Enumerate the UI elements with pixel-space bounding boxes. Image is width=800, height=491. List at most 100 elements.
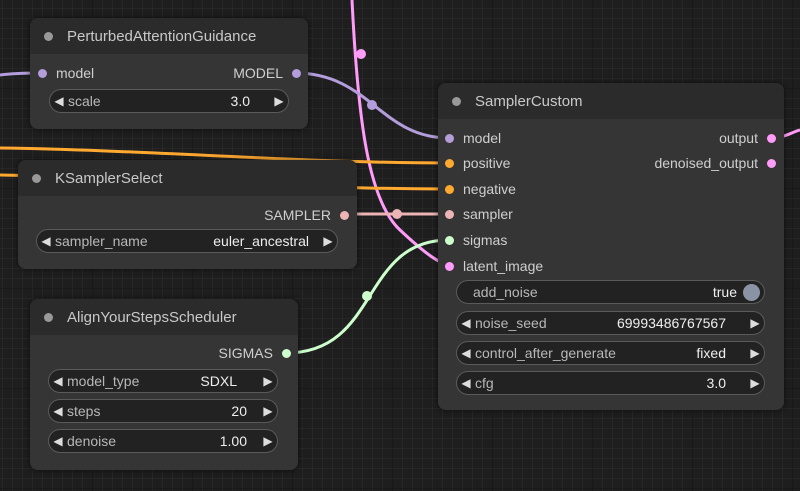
increment-arrow-icon[interactable]: ▶ [259, 374, 277, 388]
noise-seed-widget[interactable]: ◀ noise_seed 69993486767567 ▶ [456, 311, 765, 335]
add-noise-toggle[interactable]: add_noise true [456, 280, 765, 304]
input-sampler-label: sampler [463, 206, 513, 222]
ksampler-select-node[interactable]: KSamplerSelect SAMPLER ◀ sampler_name eu… [18, 160, 357, 269]
ays-node[interactable]: AlignYourStepsScheduler SIGMAS ◀ model_t… [30, 299, 298, 470]
input-negative-label: negative [463, 181, 516, 197]
collapse-dot-icon[interactable] [44, 312, 53, 322]
socket-icon[interactable] [445, 158, 454, 168]
input-sigmas[interactable]: sigmas [445, 231, 507, 249]
sampler-name-widget[interactable]: ◀ sampler_name euler_ancestral ▶ [36, 229, 338, 253]
scale-value: 3.0 [230, 93, 250, 109]
steps-widget[interactable]: ◀ steps 20 ▶ [48, 399, 278, 423]
sampler-name-value: euler_ancestral [213, 233, 309, 249]
control-after-generate-widget[interactable]: ◀ control_after_generate fixed ▶ [456, 341, 765, 365]
wire-latent-image [350, 0, 450, 268]
output-denoised-label: denoised_output [654, 155, 758, 171]
input-sampler[interactable]: sampler [445, 205, 513, 223]
increment-arrow-icon[interactable]: ▶ [746, 316, 764, 330]
cfg-label: cfg [475, 375, 494, 391]
decrement-arrow-icon[interactable]: ◀ [49, 404, 67, 418]
increment-arrow-icon[interactable]: ▶ [746, 376, 764, 390]
decrement-arrow-icon[interactable]: ◀ [49, 434, 67, 448]
ksampler-output-sampler[interactable]: SAMPLER [264, 206, 349, 224]
pag-input-model[interactable]: model [38, 64, 94, 82]
socket-icon[interactable] [445, 209, 454, 219]
control-after-generate-label: control_after_generate [475, 345, 616, 361]
input-positive[interactable]: positive [445, 154, 510, 172]
add-noise-value: true [712, 284, 737, 300]
wire-sigmas-midpoint [362, 291, 372, 301]
collapse-dot-icon[interactable] [452, 96, 461, 106]
sampler-custom-node[interactable]: SamplerCustom model positive negative sa… [438, 83, 784, 410]
increment-arrow-icon[interactable]: ▶ [259, 404, 277, 418]
decrement-arrow-icon[interactable]: ◀ [37, 234, 55, 248]
wire-model-midpoint [367, 100, 377, 110]
pag-output-model[interactable]: MODEL [233, 64, 301, 82]
increment-arrow-icon[interactable]: ▶ [270, 94, 288, 108]
decrement-arrow-icon[interactable]: ◀ [457, 346, 475, 360]
input-model[interactable]: model [445, 129, 501, 147]
sampler-custom-title-text: SamplerCustom [475, 92, 583, 110]
output-output-label: output [719, 130, 758, 146]
decrement-arrow-icon[interactable]: ◀ [50, 94, 68, 108]
sampler-name-label: sampler_name [55, 233, 148, 249]
collapse-dot-icon[interactable] [44, 31, 53, 41]
ays-title[interactable]: AlignYourStepsScheduler [30, 299, 298, 335]
ays-output-sigmas[interactable]: SIGMAS [219, 344, 291, 362]
denoise-label: denoise [67, 433, 117, 449]
toggle-knob-icon[interactable] [743, 283, 760, 301]
sampler-custom-title[interactable]: SamplerCustom [438, 83, 784, 119]
steps-label: steps [67, 403, 101, 419]
input-latent-image-label: latent_image [463, 258, 544, 274]
ksampler-select-title[interactable]: KSamplerSelect [18, 160, 357, 196]
denoise-value: 1.00 [219, 433, 247, 449]
socket-icon[interactable] [340, 210, 349, 220]
socket-icon[interactable] [445, 133, 454, 143]
model-type-label: model_type [67, 373, 140, 389]
socket-icon[interactable] [282, 348, 291, 358]
socket-icon[interactable] [767, 158, 776, 168]
pag-node[interactable]: PerturbedAttentionGuidance model MODEL ◀… [30, 18, 308, 129]
scale-widget[interactable]: ◀ scale 3.0 ▶ [49, 89, 289, 113]
decrement-arrow-icon[interactable]: ◀ [457, 376, 475, 390]
cfg-value: 3.0 [706, 375, 726, 391]
decrement-arrow-icon[interactable]: ◀ [457, 316, 475, 330]
input-model-label: model [463, 130, 502, 146]
collapse-dot-icon[interactable] [32, 173, 41, 183]
control-after-generate-value: fixed [696, 345, 726, 361]
noise-seed-value: 69993486767567 [616, 315, 726, 331]
input-sigmas-label: sigmas [463, 232, 508, 248]
pag-title-text: PerturbedAttentionGuidance [67, 27, 257, 45]
pag-input-model-label: model [56, 65, 95, 81]
wire-latent-midpoint [356, 49, 366, 59]
socket-icon[interactable] [767, 133, 776, 143]
ksampler-select-title-text: KSamplerSelect [55, 169, 163, 187]
noise-seed-label: noise_seed [475, 315, 547, 331]
pag-output-model-label: MODEL [233, 65, 283, 81]
input-positive-label: positive [463, 155, 511, 171]
input-negative[interactable]: negative [445, 180, 516, 198]
cfg-widget[interactable]: ◀ cfg 3.0 ▶ [456, 371, 765, 395]
add-noise-label: add_noise [473, 284, 538, 300]
socket-icon[interactable] [445, 235, 454, 245]
wire-sampler-midpoint [392, 209, 402, 219]
socket-icon[interactable] [445, 261, 454, 271]
decrement-arrow-icon[interactable]: ◀ [49, 374, 67, 388]
increment-arrow-icon[interactable]: ▶ [259, 434, 277, 448]
increment-arrow-icon[interactable]: ▶ [746, 346, 764, 360]
steps-value: 20 [231, 403, 247, 419]
ays-title-text: AlignYourStepsScheduler [67, 308, 237, 326]
socket-icon[interactable] [445, 184, 454, 194]
output-denoised[interactable]: denoised_output [654, 154, 776, 172]
pag-node-title[interactable]: PerturbedAttentionGuidance [30, 18, 308, 54]
model-type-widget[interactable]: ◀ model_type SDXL ▶ [48, 369, 278, 393]
output-output[interactable]: output [719, 129, 776, 147]
increment-arrow-icon[interactable]: ▶ [319, 234, 337, 248]
model-type-value: SDXL [200, 373, 237, 389]
input-latent-image[interactable]: latent_image [445, 257, 543, 275]
ays-output-sigmas-label: SIGMAS [218, 345, 273, 361]
socket-icon[interactable] [38, 68, 47, 78]
ksampler-output-sampler-label: SAMPLER [264, 207, 331, 223]
denoise-widget[interactable]: ◀ denoise 1.00 ▶ [48, 429, 278, 453]
socket-icon[interactable] [292, 68, 301, 78]
